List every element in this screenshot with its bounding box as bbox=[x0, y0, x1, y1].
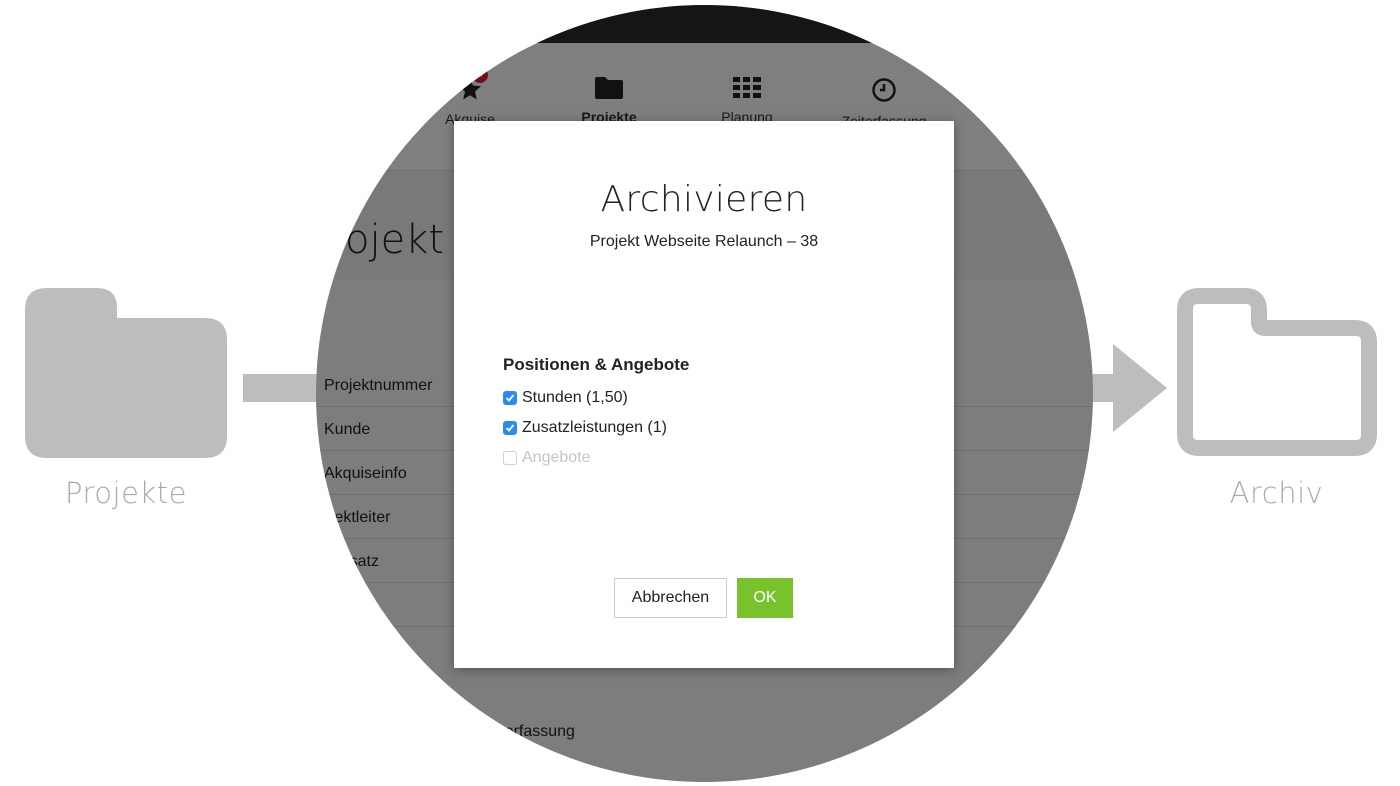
checkbox-checked[interactable] bbox=[503, 391, 517, 405]
archive-dialog: Archivieren Projekt Webseite Relaunch – … bbox=[454, 121, 954, 668]
dialog-subtitle: Projekt Webseite Relaunch – 38 bbox=[589, 233, 819, 250]
checkmark-icon bbox=[505, 394, 515, 402]
cancel-button[interactable]: Abbrechen bbox=[614, 578, 727, 618]
option-stunden[interactable]: Stunden (1,50) bbox=[503, 387, 628, 409]
option-label: Angebote bbox=[522, 449, 591, 466]
projects-folder-icon bbox=[25, 288, 227, 458]
option-zusatzleistungen[interactable]: Zusatzleistungen (1) bbox=[503, 417, 667, 439]
option-label: Zusatzleistungen (1) bbox=[522, 419, 667, 436]
archive-label: Archiv bbox=[1229, 476, 1324, 510]
archive-folder-icon bbox=[1177, 288, 1377, 456]
checkbox-disabled bbox=[503, 451, 517, 465]
option-label: Stunden (1,50) bbox=[522, 389, 628, 406]
option-angebote: Angebote bbox=[503, 447, 591, 469]
checkbox-checked[interactable] bbox=[503, 421, 517, 435]
projects-label: Projekte bbox=[65, 476, 187, 510]
ok-button[interactable]: OK bbox=[737, 578, 793, 618]
checkmark-icon bbox=[505, 424, 515, 432]
section-heading: Positionen & Angebote bbox=[503, 355, 690, 374]
dialog-title: Archivieren bbox=[600, 179, 808, 220]
